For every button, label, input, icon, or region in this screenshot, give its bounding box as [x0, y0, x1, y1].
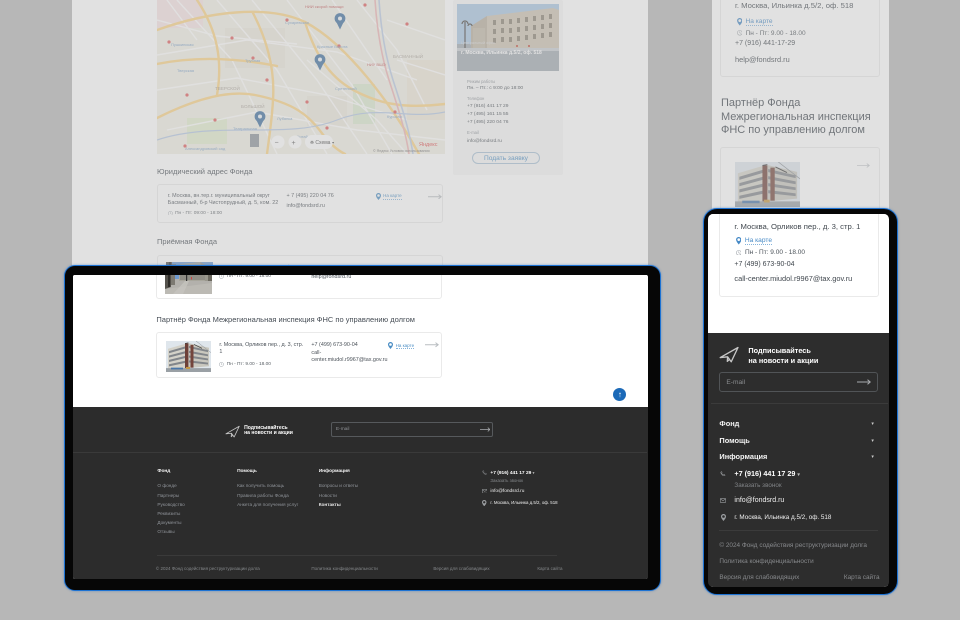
svg-text:НИИ скорой помощи: НИИ скорой помощи	[305, 4, 343, 9]
svg-text:Красные Ворота: Красные Ворота	[317, 44, 348, 49]
svg-text:ТВЕРСКОЙ: ТВЕРСКОЙ	[215, 84, 240, 91]
svg-text:© Яндекс Условия использовани: © Яндекс Условия использования	[373, 149, 430, 153]
svg-text:+: +	[292, 140, 296, 147]
svg-text:Александровский сад: Александровский сад	[185, 146, 226, 151]
svg-text:БАСМАННЫЙ: БАСМАННЫЙ	[393, 52, 423, 59]
svg-text:Яндекс: Яндекс	[419, 142, 438, 148]
svg-text:БОЛЬШОЙ: БОЛЬШОЙ	[241, 102, 265, 109]
svg-text:Лубянка: Лубянка	[277, 116, 293, 121]
svg-text:Курская: Курская	[387, 114, 402, 119]
svg-text:НИУ ВШЭ: НИУ ВШЭ	[367, 62, 386, 67]
svg-text:Трубная: Трубная	[245, 58, 260, 63]
svg-text:Пушкинская: Пушкинская	[171, 42, 194, 47]
svg-text:Тверская: Тверская	[177, 68, 194, 73]
svg-text:−: −	[275, 140, 279, 147]
svg-text:Китай-город: Китай-город	[297, 134, 320, 139]
svg-text:⛯ Схема ▾: ⛯ Схема ▾	[310, 140, 335, 146]
svg-text:Театральная: Театральная	[233, 126, 257, 131]
svg-text:Сухаревская: Сухаревская	[285, 20, 309, 25]
svg-text:Сретенский: Сретенский	[335, 86, 357, 91]
